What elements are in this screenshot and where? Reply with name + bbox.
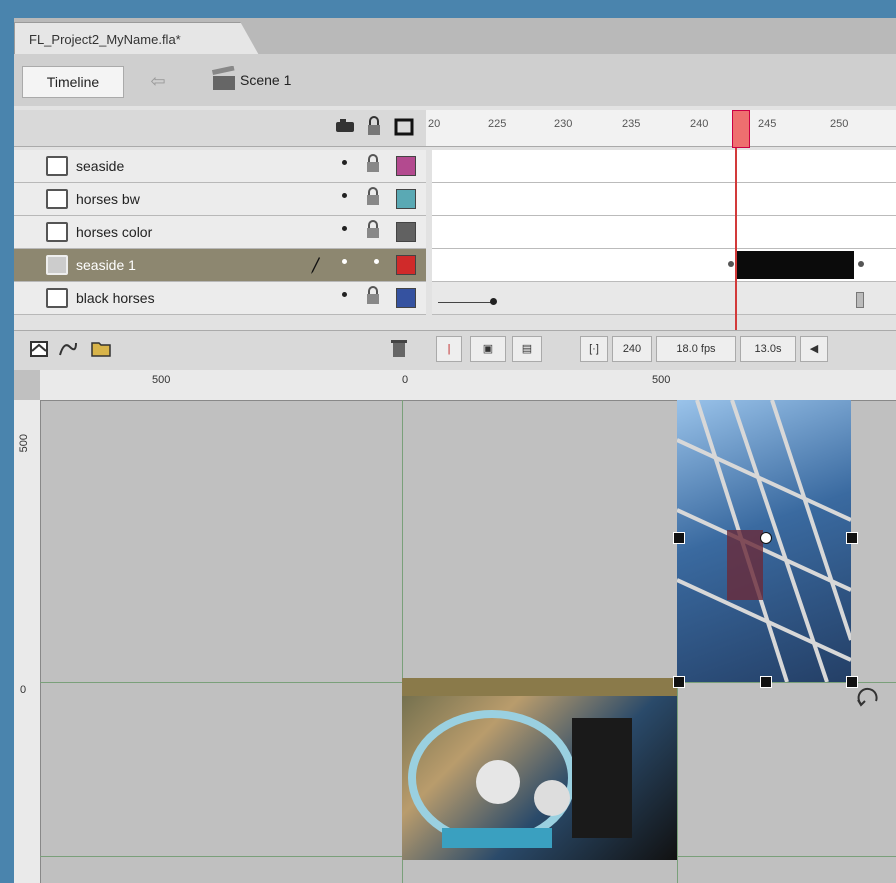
visibility-dot-icon[interactable] [342, 160, 347, 165]
scene-icon[interactable] [210, 66, 238, 94]
outline-all-icon[interactable] [394, 118, 414, 136]
frame-track[interactable] [432, 150, 896, 183]
visibility-dot-icon[interactable] [342, 259, 347, 264]
onion-markers-button[interactable]: [·] [580, 336, 608, 362]
rotate-cursor-icon [857, 687, 878, 707]
transform-handle[interactable] [760, 676, 772, 688]
ruler-label: 500 [18, 434, 30, 453]
frame-tick: 245 [758, 118, 777, 130]
layer-type-icon [46, 288, 68, 308]
ruler-label: 0 [402, 374, 409, 386]
center-frame-button[interactable]: | [436, 336, 462, 362]
onion-skin-button[interactable]: ▣ [470, 336, 506, 362]
tween-arrow [438, 302, 494, 303]
transform-center-point[interactable] [760, 532, 772, 544]
ruler-label: 500 [152, 374, 171, 386]
timeline-button[interactable]: Timeline [22, 66, 124, 98]
pencil-icon [311, 257, 320, 274]
frame-ruler[interactable]: 20 225 230 235 240 245 250 [426, 110, 896, 147]
layer-row-horses-bw[interactable]: horses bw [14, 183, 426, 216]
lock-all-icon[interactable] [366, 116, 382, 138]
frame-tick: 230 [554, 118, 573, 130]
new-guide-layer-icon[interactable] [56, 337, 78, 359]
edit-multiple-frames-button[interactable]: ▤ [512, 336, 542, 362]
lock-icon[interactable] [366, 286, 380, 306]
scene-label[interactable]: Scene 1 [240, 72, 291, 88]
layer-row-seaside[interactable]: seaside [14, 150, 426, 183]
trash-icon[interactable] [388, 337, 410, 359]
vertical-ruler[interactable]: 500 0 [14, 400, 41, 883]
keyframe-marker[interactable] [858, 261, 864, 267]
horizontal-ruler[interactable]: 500 0 500 [40, 370, 896, 401]
layer-name: seaside 1 [76, 257, 136, 273]
transform-handle[interactable] [673, 676, 685, 688]
frame-track[interactable] [432, 183, 896, 216]
playhead-handle[interactable] [732, 110, 750, 148]
visibility-dot-icon[interactable] [342, 226, 347, 231]
frame-tick: 20 [428, 118, 441, 130]
new-folder-icon[interactable] [90, 337, 112, 359]
layer-name: horses color [76, 224, 153, 240]
frame-end-marker[interactable] [856, 292, 864, 308]
layer-row-horses-color[interactable]: horses color [14, 216, 426, 249]
transform-handle[interactable] [673, 532, 685, 544]
lock-icon[interactable] [366, 220, 380, 240]
frame-tick: 225 [488, 118, 507, 130]
layer-type-icon [46, 255, 68, 275]
layer-name: horses bw [76, 191, 140, 207]
current-frame-display: 240 [612, 336, 652, 362]
elapsed-time-display: 13.0s [740, 336, 796, 362]
lock-dot-icon[interactable] [374, 259, 379, 264]
frame-track[interactable] [432, 282, 896, 315]
layer-type-icon [46, 222, 68, 242]
selected-frame-span[interactable] [736, 251, 854, 279]
layer-row-black-horses[interactable]: black horses [14, 282, 426, 315]
layer-color-swatch[interactable] [396, 156, 416, 176]
layer-row-seaside-1[interactable]: seaside 1 [14, 249, 426, 282]
lock-icon[interactable] [366, 187, 380, 207]
show-hide-all-icon[interactable] [334, 118, 356, 134]
keyframe-marker[interactable] [728, 261, 734, 267]
layer-type-icon [46, 156, 68, 176]
lock-icon[interactable] [366, 154, 380, 174]
document-tab-title: FL_Project2_MyName.fla* [29, 32, 181, 47]
layer-name: black horses [76, 290, 155, 306]
keyframe-marker[interactable] [490, 298, 497, 305]
layer-color-swatch[interactable] [396, 222, 416, 242]
carousel-graphic [402, 678, 677, 848]
visibility-dot-icon[interactable] [342, 193, 347, 198]
carousel-horses-photo[interactable] [402, 678, 677, 860]
layer-color-swatch[interactable] [396, 189, 416, 209]
ruler-label: 500 [652, 374, 671, 386]
frame-tick: 250 [830, 118, 849, 130]
transform-handle[interactable] [846, 532, 858, 544]
frame-track[interactable] [432, 249, 896, 282]
layer-color-swatch[interactable] [396, 255, 416, 275]
frame-tick: 240 [690, 118, 709, 130]
frame-tick: 235 [622, 118, 641, 130]
back-arrow-icon[interactable]: ⇦ [138, 66, 178, 96]
visibility-dot-icon[interactable] [342, 292, 347, 297]
layer-column-header [14, 110, 426, 147]
layer-color-swatch[interactable] [396, 288, 416, 308]
document-tab[interactable]: FL_Project2_MyName.fla* [14, 22, 260, 57]
layer-type-icon [46, 189, 68, 209]
frame-rate-display[interactable]: 18.0 fps [656, 336, 736, 362]
scroll-left-button[interactable]: ◀ [800, 336, 828, 362]
layer-name: seaside [76, 158, 125, 174]
new-layer-icon[interactable] [28, 337, 50, 359]
ruler-label: 0 [20, 684, 27, 696]
frame-track[interactable] [432, 216, 896, 249]
